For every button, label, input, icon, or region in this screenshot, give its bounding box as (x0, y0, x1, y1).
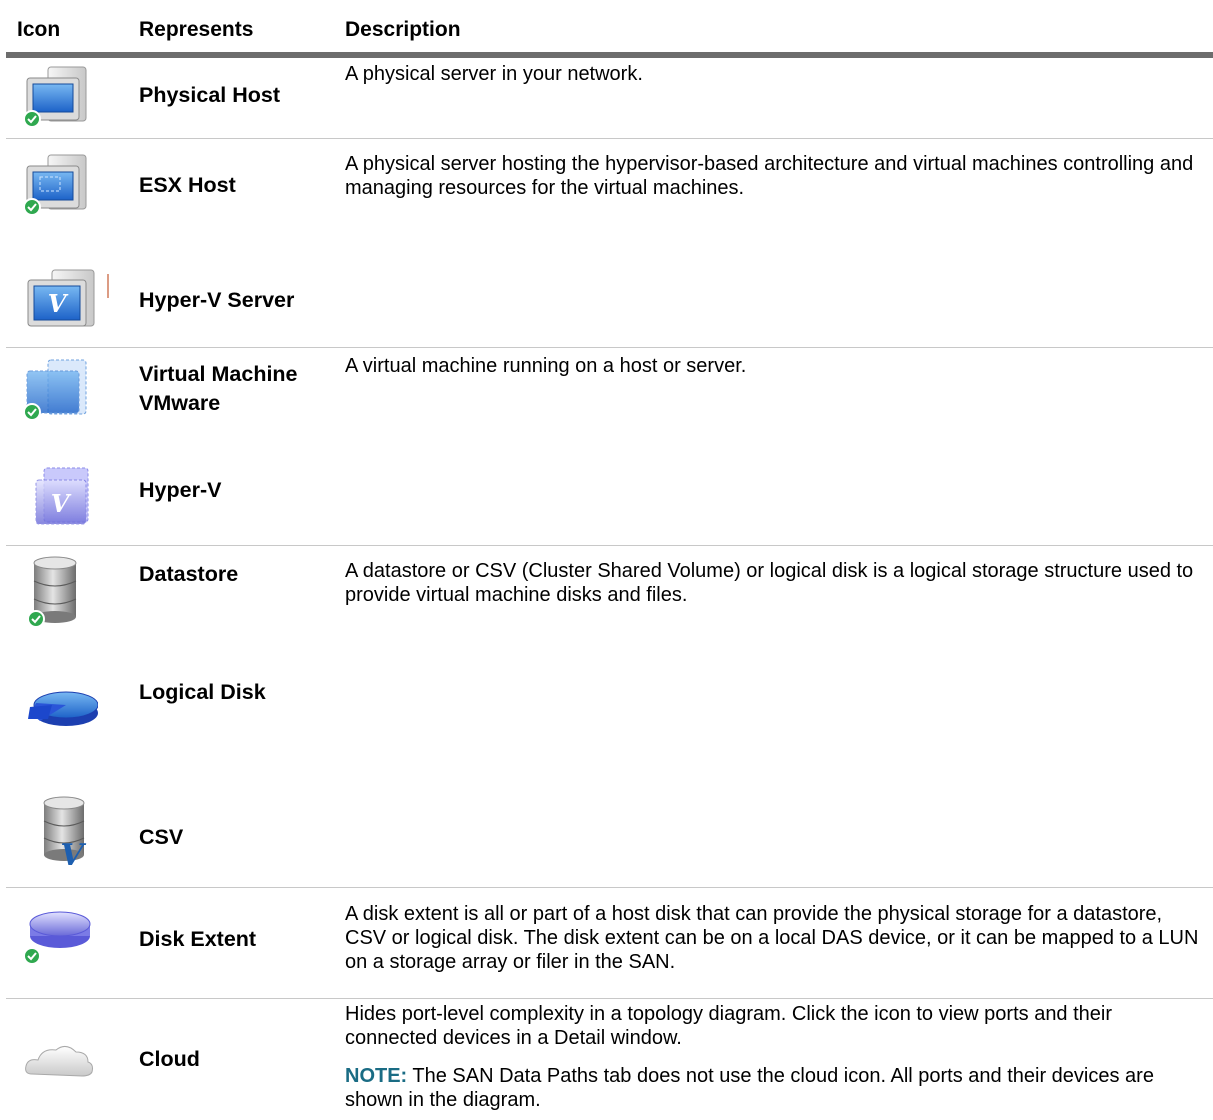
table-row: Disk Extent A disk extent is all or part… (6, 892, 1213, 999)
represents-label: Hyper-V (139, 478, 222, 502)
table-row: V Hyper-V (6, 460, 1213, 546)
represents-label: Logical Disk (139, 680, 266, 704)
esx-host-icon (22, 151, 98, 222)
table-row: Datastore A datastore or CSV (Cluster Sh… (6, 549, 1213, 649)
represents-label: Datastore (139, 562, 239, 586)
description-text: A physical server hosting the hypervisor… (345, 153, 1194, 199)
svg-text:V: V (60, 838, 86, 867)
hyper-v-server-icon: V (22, 268, 112, 339)
represents-label: Virtual Machine VMware (139, 362, 298, 415)
csv-icon: V (22, 795, 98, 873)
hyper-v-vm-icon: V (22, 464, 98, 535)
disk-extent-icon (22, 904, 98, 975)
header-represents: Represents (139, 18, 254, 41)
datastore-icon (22, 555, 98, 632)
table-row: Cloud Hides port-level complexity in a t… (6, 1000, 1213, 1120)
represents-label: Cloud (139, 1047, 200, 1071)
table-row: Physical Host A physical server in your … (6, 58, 1213, 139)
represents-label: CSV (139, 825, 184, 849)
physical-host-icon (22, 63, 98, 134)
description-text: A virtual machine running on a host or s… (345, 355, 747, 377)
table-row: V CSV (6, 777, 1213, 888)
table-row: Logical Disk (6, 649, 1213, 777)
cloud-icon (22, 1040, 98, 1085)
description-text: A disk extent is all or part of a host d… (345, 903, 1199, 973)
description-text: Hides port-level complexity in a topolog… (345, 1003, 1113, 1049)
table-row: Virtual Machine VMware A virtual machine… (6, 350, 1213, 460)
logical-disk-icon (22, 691, 99, 736)
header-description: Description (345, 18, 461, 41)
note-label: NOTE: (345, 1065, 408, 1087)
represents-label: Physical Host (139, 83, 280, 107)
note-body: The SAN Data Paths tab does not use the … (345, 1065, 1154, 1111)
description-text: A physical server in your network. (345, 63, 643, 85)
table-header: Icon Represents Description (0, 0, 1213, 52)
virtual-machine-icon (22, 356, 98, 427)
description-text: A datastore or CSV (Cluster Shared Volum… (345, 560, 1194, 606)
represents-label: Hyper-V Server (139, 288, 295, 312)
svg-text:V: V (51, 489, 72, 518)
table-row: V Hyper-V Server (6, 260, 1213, 348)
represents-label: ESX Host (139, 173, 236, 197)
svg-text:V: V (48, 289, 69, 318)
table-row: ESX Host A physical server hosting the h… (6, 145, 1213, 260)
header-icon: Icon (17, 18, 61, 41)
represents-label: Disk Extent (139, 927, 257, 951)
note-text: NOTE: The SAN Data Paths tab does not us… (345, 1064, 1207, 1112)
